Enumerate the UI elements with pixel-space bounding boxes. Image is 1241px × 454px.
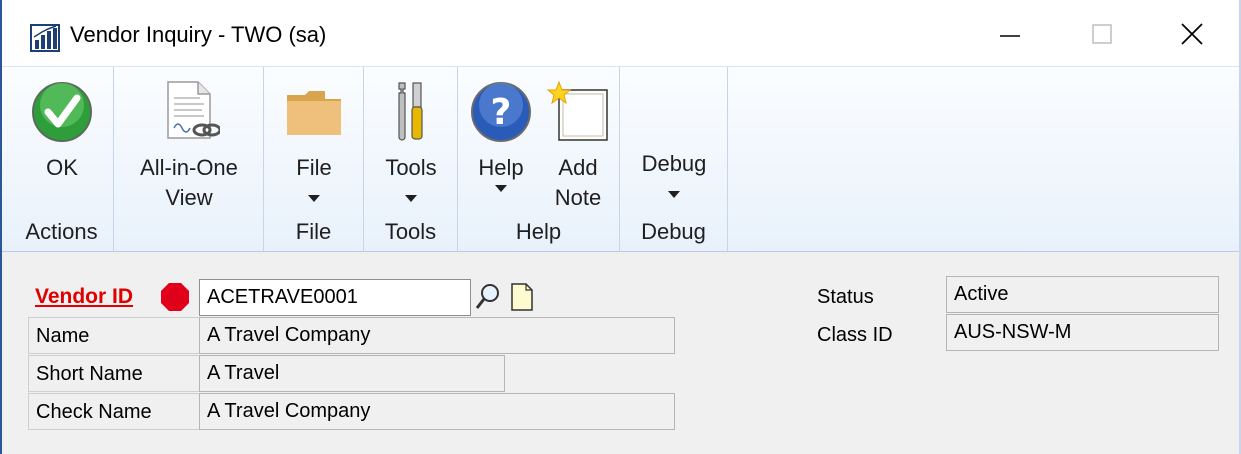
chevron-down-icon (308, 195, 320, 202)
tools-menu-button[interactable]: Tools (371, 67, 451, 202)
group-label-help: Help (515, 219, 562, 244)
vendor-inquiry-window: Vendor Inquiry - TWO (sa) OK Actions All… (0, 0, 1241, 454)
class-id-label: Class ID (810, 317, 946, 354)
name-field[interactable]: A Travel Company (199, 317, 675, 354)
title-bar: Vendor Inquiry - TWO (sa) (2, 0, 1239, 66)
short-name-field[interactable]: A Travel (199, 355, 505, 392)
required-stop-icon (161, 283, 189, 311)
all-in-one-view-button[interactable]: All-in-One View (124, 67, 254, 213)
checkmark-icon (32, 82, 92, 142)
group-label-debug: Debug (641, 219, 706, 244)
check-name-label: Check Name (28, 393, 199, 430)
maximize-icon (1092, 24, 1112, 44)
all-in-one-view-label: All-in-One View (140, 155, 238, 210)
chevron-down-icon (495, 185, 507, 192)
minimize-icon (1000, 35, 1020, 37)
help-label: Help (478, 155, 524, 180)
add-note-icon (546, 80, 608, 141)
group-label-tools: Tools (384, 219, 437, 244)
status-field: Active (946, 276, 1219, 313)
class-id-field: AUS-NSW-M (946, 314, 1219, 351)
ok-label: OK (46, 155, 78, 180)
note-button[interactable] (507, 280, 537, 313)
name-label: Name (28, 317, 199, 354)
dynamics-gp-icon (30, 24, 60, 52)
help-menu-button[interactable]: ? Help (462, 67, 540, 192)
vendor-id-input[interactable]: ACETRAVE0001 (199, 279, 471, 316)
folder-icon (287, 91, 341, 135)
close-button[interactable] (1162, 14, 1222, 54)
magnifier-icon (475, 283, 499, 309)
ribbon-group-file: File File (264, 67, 364, 251)
check-name-field[interactable]: A Travel Company (199, 393, 675, 430)
tools-label: Tools (385, 155, 437, 180)
ok-button[interactable]: OK (14, 67, 110, 183)
file-menu-button[interactable]: File (274, 67, 354, 202)
chevron-down-icon (405, 195, 417, 202)
window-title: Vendor Inquiry - TWO (sa) (70, 22, 327, 47)
note-icon (511, 282, 533, 311)
ribbon-group-tools: Tools Tools (364, 67, 458, 251)
vendor-form: Vendor ID ACETRAVE0001 Name A Travel Com… (2, 251, 1239, 454)
minimize-button[interactable] (980, 14, 1040, 54)
file-label: File (296, 155, 332, 180)
ribbon-group-actions: OK Actions (10, 67, 114, 251)
document-link-icon (167, 81, 220, 139)
group-label-actions: Actions (25, 219, 98, 244)
vendor-id-link[interactable]: Vendor ID (35, 285, 133, 309)
debug-label: Debug (641, 151, 707, 176)
ribbon-group-debug: Debug Debug (620, 67, 728, 251)
add-note-button[interactable]: Add Note (538, 67, 618, 213)
ribbon-group-help: ? Help Add Note Help (458, 67, 620, 251)
group-label-file: File (295, 219, 332, 244)
status-label: Status (810, 279, 946, 316)
add-note-label: Add Note (554, 155, 602, 210)
close-icon (1181, 23, 1203, 45)
ribbon-group-all-in-one: All-in-One View (114, 67, 264, 251)
short-name-label: Short Name (28, 355, 199, 392)
ribbon: OK Actions All-in-One View File File Too… (2, 66, 1239, 252)
lookup-button[interactable] (473, 280, 503, 313)
chevron-down-icon (668, 191, 680, 198)
debug-menu-button[interactable]: Debug (634, 133, 714, 198)
help-icon: ? (471, 82, 531, 142)
tools-icon (398, 82, 423, 141)
maximize-button[interactable] (1072, 14, 1132, 54)
svg-text:?: ? (491, 92, 512, 133)
